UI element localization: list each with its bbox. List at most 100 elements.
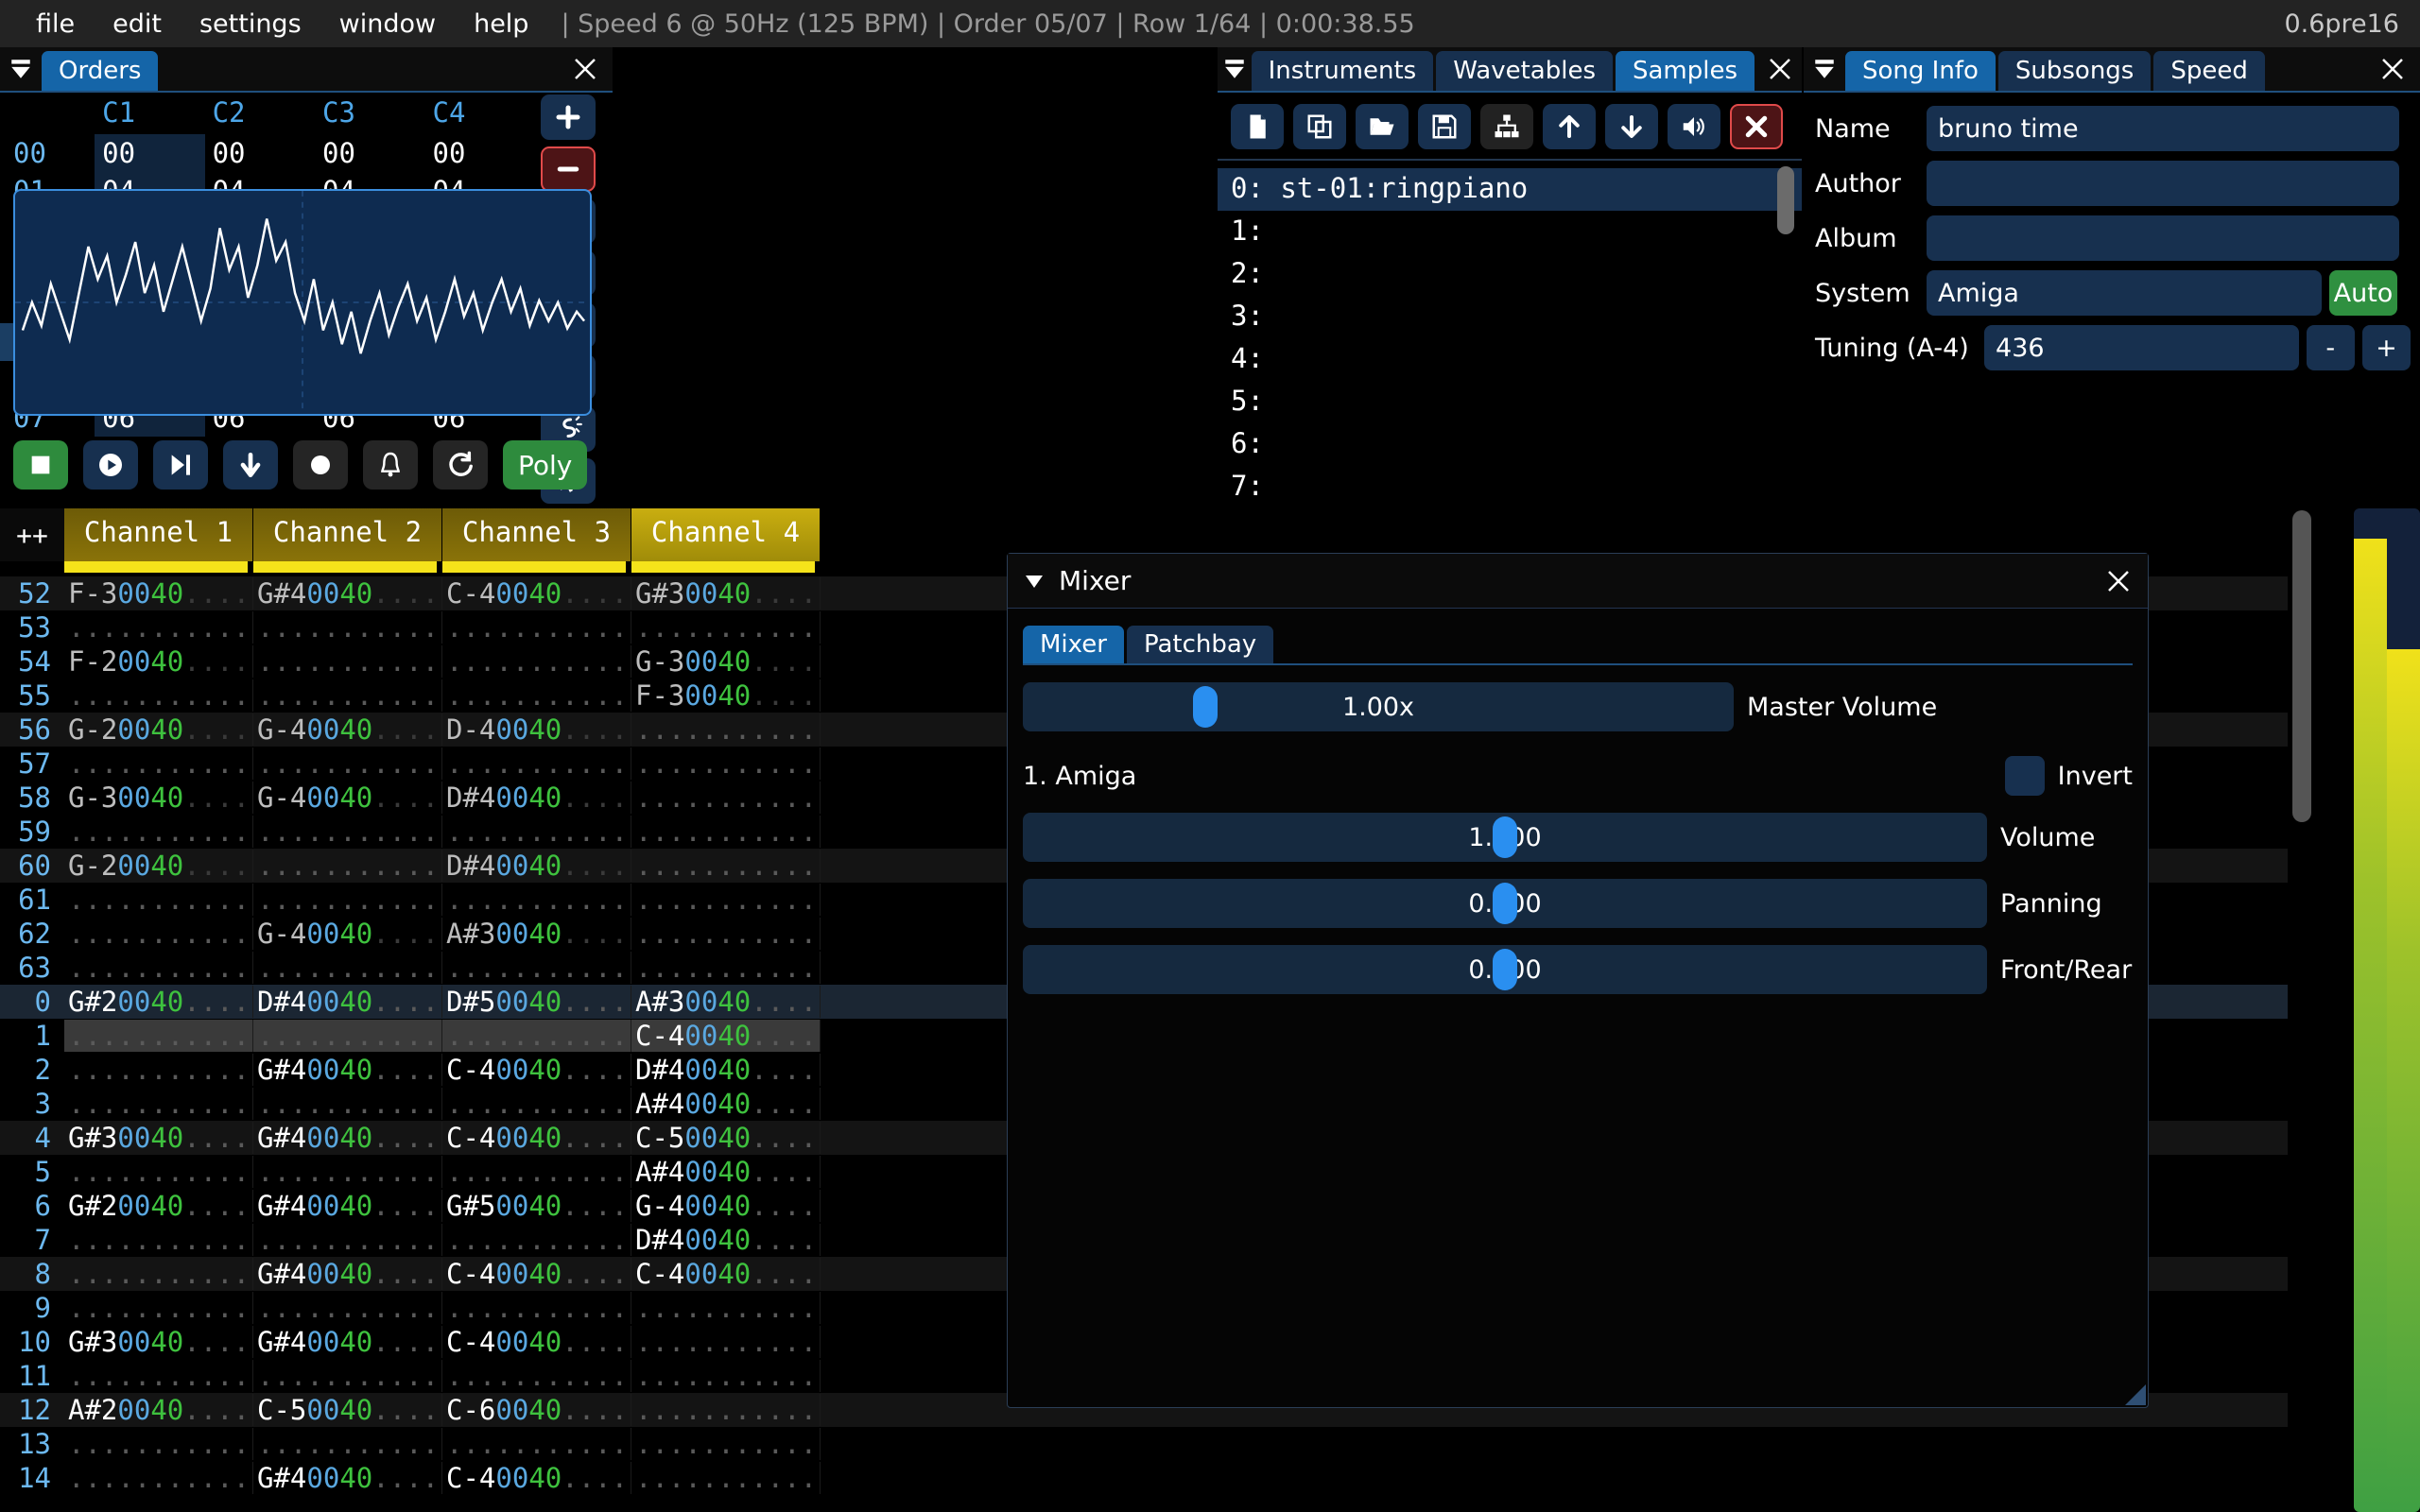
resize-grip[interactable] [2125, 1384, 2146, 1405]
pattern-cell[interactable]: ........... [64, 747, 253, 780]
pattern-cell[interactable]: ........... [253, 1020, 442, 1052]
pattern-cell[interactable]: ........... [631, 1292, 821, 1324]
collapse-icon[interactable] [1218, 47, 1252, 91]
close-icon[interactable] [1757, 47, 1802, 91]
pattern-cell[interactable]: C-60040.... [442, 1394, 631, 1426]
system-field[interactable]: Amiga [1927, 270, 2322, 316]
pattern-cell[interactable]: ........... [64, 1292, 253, 1324]
pattern-cell[interactable]: ........... [442, 884, 631, 916]
pattern-cell[interactable]: C-40040.... [442, 1326, 631, 1358]
name-field[interactable]: bruno time [1927, 106, 2399, 151]
samples-list[interactable]: 0: st-01:ringpiano 1: 2: 3: 4: 5: 6: 7: [1218, 161, 1802, 508]
pattern-cell[interactable]: ........... [64, 1020, 253, 1052]
pattern-cell[interactable]: ........... [253, 611, 442, 644]
menu-item-help[interactable]: help [455, 6, 547, 43]
front-rear-slider[interactable]: 0.000 [1023, 945, 1987, 994]
pattern-cell[interactable]: F-30040.... [64, 577, 253, 610]
pattern-cell[interactable]: D#40040.... [631, 1054, 821, 1086]
pattern-cell[interactable]: A#30040.... [442, 918, 631, 950]
pattern-cell[interactable]: ........... [442, 611, 631, 644]
menu-item-file[interactable]: file [17, 6, 94, 43]
pattern-cell[interactable]: ........... [64, 816, 253, 848]
pattern-cell[interactable]: G#20040.... [64, 986, 253, 1018]
pattern-cell[interactable]: A#20040.... [64, 1394, 253, 1426]
pattern-cell[interactable]: ........... [253, 679, 442, 712]
pattern-cell[interactable]: G-40040.... [253, 918, 442, 950]
pattern-cell[interactable]: ........... [64, 679, 253, 712]
channel-mute-toggle-4[interactable] [631, 561, 821, 573]
mixer-window[interactable]: Mixer Mixer Patchbay 1.00x Master Volume… [1007, 553, 2149, 1408]
channel-mute-toggle-3[interactable] [442, 561, 631, 573]
pattern-cell[interactable]: G#40040.... [253, 1190, 442, 1222]
list-item[interactable]: 6: [1218, 423, 1802, 466]
pattern-cell[interactable]: ........... [631, 1326, 821, 1358]
tab-song-info[interactable]: Song Info [1845, 51, 1996, 91]
orders-cell[interactable]: 00 [425, 134, 535, 172]
menu-item-window[interactable]: window [320, 6, 455, 43]
pattern-cell[interactable]: ........... [64, 1156, 253, 1188]
pattern-cell[interactable]: A#40040.... [631, 1088, 821, 1120]
pattern-cell[interactable]: ........... [442, 816, 631, 848]
master-volume-slider[interactable]: 1.00x [1023, 682, 1734, 731]
list-item[interactable]: 1: [1218, 211, 1802, 253]
pattern-cell[interactable]: A#40040.... [631, 1156, 821, 1188]
pattern-cell[interactable]: G-40040.... [253, 713, 442, 746]
pattern-cell[interactable]: ........... [442, 1088, 631, 1120]
tuning-field[interactable]: 436 [1984, 325, 2299, 370]
pattern-cell[interactable]: ........... [442, 747, 631, 780]
collapse-icon[interactable] [0, 47, 42, 91]
pattern-cell[interactable]: G-30040.... [64, 782, 253, 814]
pattern-cell[interactable]: ........... [64, 884, 253, 916]
pattern-cell[interactable]: G-40040.... [253, 782, 442, 814]
pattern-cell[interactable]: C-50040.... [253, 1394, 442, 1426]
poly-button[interactable]: Poly [503, 440, 588, 490]
slider-knob[interactable] [1193, 686, 1219, 728]
pattern-cell[interactable]: ........... [631, 1360, 821, 1392]
volume-slider[interactable]: 1.000 [1023, 813, 1987, 862]
pattern-cell[interactable]: ........... [64, 918, 253, 950]
pattern-cell[interactable]: D#50040.... [442, 986, 631, 1018]
panning-slider[interactable]: 0.000 [1023, 879, 1987, 928]
pattern-cell[interactable]: ........... [64, 1088, 253, 1120]
metronome-icon[interactable] [363, 440, 418, 490]
list-item[interactable]: 5: [1218, 381, 1802, 423]
pattern-row[interactable]: 13......................................… [0, 1427, 2316, 1461]
preview-sound-icon[interactable] [1667, 104, 1720, 149]
pattern-cell[interactable]: ........... [442, 1292, 631, 1324]
pattern-cell[interactable]: G#40040.... [253, 1326, 442, 1358]
pattern-cell[interactable]: ........... [442, 1224, 631, 1256]
mixer-titlebar[interactable]: Mixer [1008, 554, 2148, 609]
tab-mixer[interactable]: Mixer [1023, 626, 1124, 663]
pattern-cell[interactable]: G#40040.... [253, 1258, 442, 1290]
remove-icon[interactable] [541, 146, 596, 192]
pattern-cell[interactable]: ........... [64, 1428, 253, 1460]
list-item[interactable]: 0: st-01:ringpiano [1218, 168, 1802, 211]
pattern-cell[interactable]: ........... [442, 1156, 631, 1188]
tab-subsongs[interactable]: Subsongs [1997, 51, 2152, 91]
pattern-cell[interactable]: D#40040.... [631, 1224, 821, 1256]
pattern-cell[interactable]: ........... [64, 1054, 253, 1086]
pattern-cell[interactable]: G#30040.... [631, 577, 821, 610]
pattern-cell[interactable]: A#30040.... [631, 986, 821, 1018]
slider-knob[interactable] [1493, 949, 1517, 990]
slider-knob[interactable] [1493, 883, 1517, 924]
new-file-icon[interactable] [1231, 104, 1284, 149]
channel-header-1[interactable]: Channel 1 [64, 508, 253, 561]
slider-knob[interactable] [1493, 816, 1517, 858]
list-item[interactable]: 4: [1218, 338, 1802, 381]
pattern-cell[interactable]: ........... [631, 1428, 821, 1460]
channel-mute-toggle-1[interactable] [64, 561, 253, 573]
pattern-cell[interactable]: G#40040.... [253, 577, 442, 610]
pattern-cell[interactable]: G-40040.... [631, 1190, 821, 1222]
pattern-cell[interactable]: ........... [253, 816, 442, 848]
pattern-cell[interactable]: C-40040.... [442, 1462, 631, 1494]
pattern-cell[interactable]: D#40040.... [253, 986, 442, 1018]
tab-wavetables[interactable]: Wavetables [1436, 51, 1613, 91]
pattern-cell[interactable]: ........... [253, 1156, 442, 1188]
pattern-cell[interactable]: ........... [253, 645, 442, 678]
pattern-cell[interactable]: ........... [64, 1224, 253, 1256]
pattern-cell[interactable]: ........... [253, 884, 442, 916]
pattern-cell[interactable]: ........... [253, 1428, 442, 1460]
tab-speed[interactable]: Speed [2153, 51, 2265, 91]
pattern-row[interactable]: 14........... G#40040.... C-40040.........… [0, 1461, 2316, 1495]
